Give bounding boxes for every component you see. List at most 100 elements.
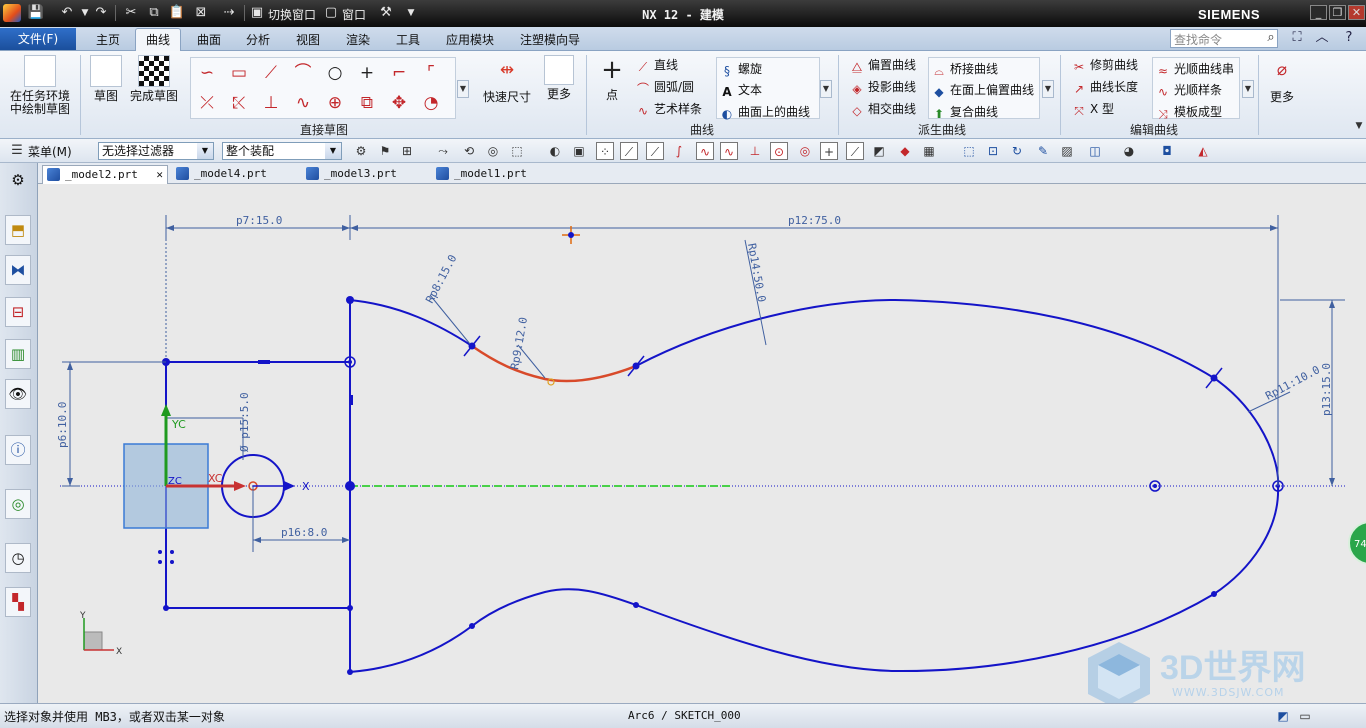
snap-point-icon[interactable]: ⊞	[398, 142, 416, 160]
constraint-navigator-icon[interactable]: ⧓	[5, 255, 31, 285]
arc-icon[interactable]: ⌒	[289, 60, 317, 86]
render-style-icon[interactable]: ◕	[1120, 142, 1138, 160]
make-corner-icon[interactable]: ⊥	[257, 90, 285, 116]
snap-line-icon[interactable]: ⟋	[620, 142, 638, 160]
palette-expand-icon[interactable]: ▼	[457, 80, 469, 98]
rotate-view-icon[interactable]: ↻	[1008, 142, 1026, 160]
solid-select-icon[interactable]: ◐	[546, 142, 564, 160]
mirror-icon[interactable]: ⧉	[353, 90, 381, 116]
minimize-button[interactable]: _	[1310, 5, 1327, 20]
intersection-curve-button[interactable]: ◇ 相交曲线	[850, 100, 916, 118]
studio-spline-icon[interactable]: ∿	[289, 90, 317, 116]
helix-button[interactable]: § 螺旋	[720, 60, 762, 78]
x-form-button[interactable]: ⤧ X 型	[1072, 100, 1114, 118]
tab-surface[interactable]: 曲面	[197, 31, 221, 48]
restore-button[interactable]: ❐	[1329, 5, 1346, 20]
offset-icon[interactable]: ⊕	[321, 90, 349, 116]
smooth-spline-button[interactable]: ∿ 光顺样条	[1156, 81, 1222, 99]
ribbon-options-icon[interactable]: ▼	[1350, 117, 1366, 135]
rectangle-icon[interactable]: ▭	[225, 60, 253, 86]
snap-existing-point-icon[interactable]: +	[820, 142, 838, 160]
template-shape-button[interactable]: ⤨ 模板成型	[1156, 103, 1222, 121]
menu-button[interactable]: 菜单(M)	[28, 143, 72, 160]
offset-curve-button[interactable]: ⧋ 偏置曲线	[850, 56, 916, 74]
file-tab-model3[interactable]: _model3.prt	[302, 165, 428, 184]
sketch-button[interactable]: 草图	[86, 55, 126, 103]
assembly-navigator-icon[interactable]: ⬒	[5, 215, 31, 245]
general-select-icon[interactable]: ⤳	[434, 142, 452, 160]
tab-tools[interactable]: 工具	[396, 31, 420, 48]
reuse-library-icon[interactable]: ▥	[5, 339, 31, 369]
art-spline-button[interactable]: ∿ 艺术样条	[636, 100, 702, 118]
curve-length-button[interactable]: ↗ 曲线长度	[1072, 78, 1138, 96]
trim-curve-button[interactable]: ✂ 修剪曲线	[1072, 56, 1138, 74]
settings-gear-icon[interactable]: ⚙	[5, 166, 31, 196]
finish-sketch-button[interactable]: 完成草图	[128, 55, 180, 103]
curve-on-surface-button[interactable]: ◐ 曲面上的曲线	[720, 103, 810, 121]
snap-quadrant-icon[interactable]: ◎	[796, 142, 814, 160]
derived-gallery-expand-icon[interactable]: ▼	[1042, 80, 1054, 98]
process-studio-icon[interactable]: ◎	[5, 489, 31, 519]
sketch-in-task-button[interactable]: 在任务环境中绘制草图	[6, 55, 74, 116]
fillet-icon[interactable]: ⌐	[385, 60, 413, 86]
point-icon[interactable]: +	[353, 60, 381, 86]
curve-gallery-expand-icon[interactable]: ▼	[820, 80, 832, 98]
selection-scope-icon[interactable]: ⚑	[376, 142, 394, 160]
orient-view-icon[interactable]: ◫	[1086, 142, 1104, 160]
tab-analysis[interactable]: 分析	[246, 31, 270, 48]
body-select-icon[interactable]: ▣	[570, 142, 588, 160]
type-filter-select[interactable]: 无选择过滤器 ▼	[98, 142, 214, 160]
zoom-icon[interactable]: ⊡	[984, 142, 1002, 160]
close-button[interactable]: ✕	[1348, 5, 1365, 20]
box-select-icon[interactable]: ⬚	[508, 142, 526, 160]
assembly-icon[interactable]: ⚙	[352, 142, 370, 160]
tab-mold-wizard[interactable]: 注塑模向导	[520, 31, 580, 48]
arc-circle-button[interactable]: ⌒ 圆弧/圆	[636, 78, 694, 96]
snap-spline-icon[interactable]: ∿	[720, 142, 738, 160]
collapse-ribbon-icon[interactable]: ︿	[1313, 29, 1331, 47]
file-tab-model4[interactable]: _model4.prt	[172, 165, 298, 184]
clock-icon[interactable]: ◷	[5, 543, 31, 573]
line-button[interactable]: ⟋ 直线	[636, 56, 678, 74]
bridge-curve-button[interactable]: ⌓ 桥接曲线	[932, 60, 998, 78]
shaded-view-icon[interactable]: ▨	[1058, 142, 1076, 160]
web-browser-icon[interactable]: 👁	[5, 379, 31, 409]
line-icon[interactable]: ⟋	[257, 60, 285, 86]
tab-view[interactable]: 视图	[296, 31, 320, 48]
file-tab-model2[interactable]: _model2.prt ✕	[42, 165, 168, 184]
fit-view-icon[interactable]: ⬚	[960, 142, 978, 160]
snap-midpoint-icon[interactable]: ⟋	[646, 142, 664, 160]
tab-applications[interactable]: 应用模块	[446, 31, 494, 48]
offset-in-face-button[interactable]: ◆ 在面上偏置曲线	[932, 81, 1034, 99]
snap-control-icon[interactable]: ∫	[670, 142, 688, 160]
composite-curve-button[interactable]: ⬆ 复合曲线	[932, 103, 998, 121]
fullscreen-icon[interactable]: ⛶	[1288, 29, 1306, 47]
history-icon[interactable]: ⓘ	[5, 435, 31, 465]
smooth-curve-string-button[interactable]: ≈ 光顺曲线串	[1156, 60, 1234, 78]
status-toggle-icon[interactable]: ▭	[1296, 707, 1314, 725]
tab-home[interactable]: 主页	[96, 31, 120, 48]
snap-bounded-icon[interactable]: ◆	[896, 142, 914, 160]
conic-icon[interactable]: ◔	[417, 90, 445, 116]
quick-trim-icon[interactable]: ⤫	[193, 90, 221, 116]
help-icon[interactable]: ?	[1340, 29, 1358, 47]
more-curve-button[interactable]: ⌀ 更多	[1264, 57, 1300, 104]
part-navigator-icon[interactable]: ⊟	[5, 297, 31, 327]
status-view-icon[interactable]: ◩	[1274, 707, 1292, 725]
graphics-window[interactable]: p7:15.0 p12:75.0 Rp8:15.0 Rp14:50.0 Rp9:…	[38, 184, 1366, 703]
project-curve-button[interactable]: ◈ 投影曲线	[850, 78, 916, 96]
snap-on-face-icon[interactable]: ◩	[870, 142, 888, 160]
edit-gallery-expand-icon[interactable]: ▼	[1242, 80, 1254, 98]
point-button[interactable]: + 点	[594, 57, 630, 102]
chamfer-icon[interactable]: ⌜	[417, 60, 445, 86]
rotate-select-icon[interactable]: ⟲	[460, 142, 478, 160]
snap-intersection-icon[interactable]: ∿	[696, 142, 714, 160]
snap-endpoint-icon[interactable]: ⁘	[596, 142, 614, 160]
pattern-icon[interactable]: ✥	[385, 90, 413, 116]
quick-extend-icon[interactable]: ⤪	[225, 90, 253, 116]
snap-perpendicular-icon[interactable]: ⊥	[746, 142, 764, 160]
close-icon[interactable]: ✕	[156, 166, 163, 183]
section-view-icon[interactable]: ◭	[1194, 142, 1212, 160]
file-menu-button[interactable]: 文件(F)	[0, 28, 76, 50]
sphere-select-icon[interactable]: ◎	[484, 142, 502, 160]
